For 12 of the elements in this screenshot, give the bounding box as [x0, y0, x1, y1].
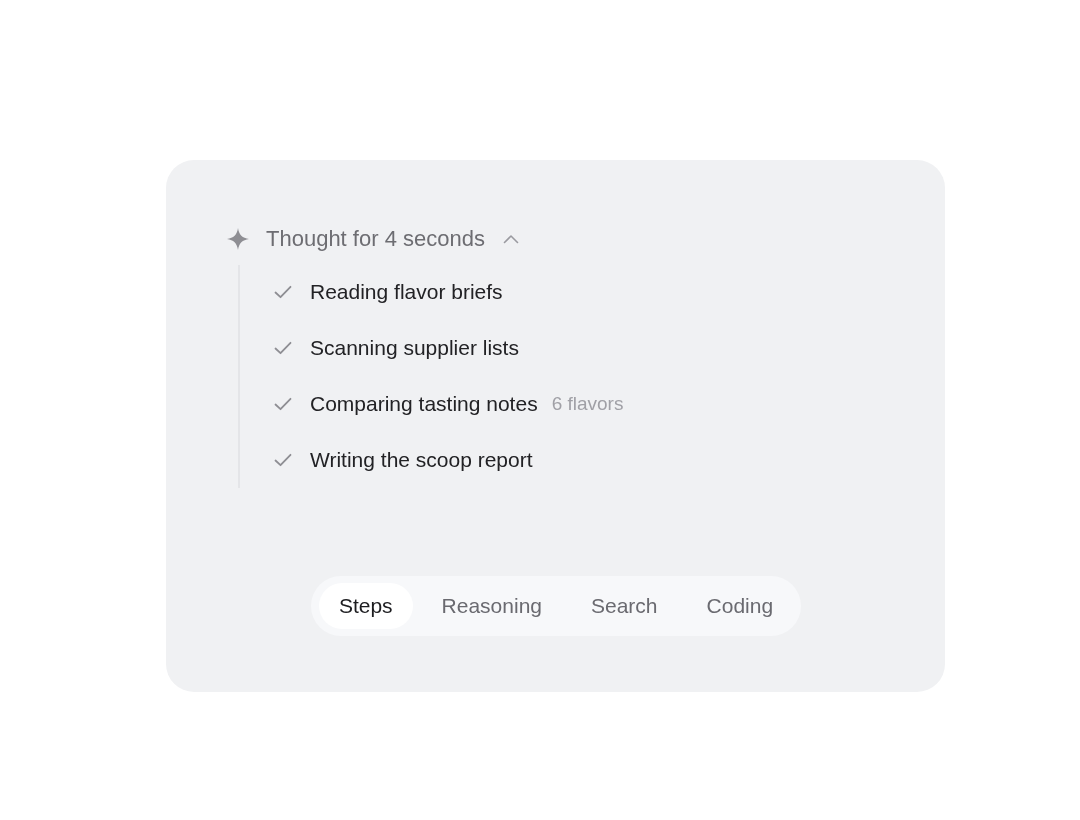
step-label: Reading flavor briefs [310, 280, 503, 304]
tab[interactable]: Steps [318, 583, 413, 629]
step-label: Scanning supplier lists [310, 336, 519, 360]
sparkle-icon [227, 228, 249, 250]
tab[interactable]: Search [571, 583, 678, 629]
thinking-duration-label: Thought for 4 seconds [266, 226, 485, 252]
step-label: Writing the scoop report [310, 448, 533, 472]
step-label: Comparing tasting notes [310, 392, 538, 416]
tab[interactable]: Coding [686, 583, 794, 629]
step-detail: 6 flavors [551, 393, 624, 415]
tab[interactable]: Reasoning [421, 583, 562, 629]
chevron-up-icon[interactable] [502, 234, 519, 244]
